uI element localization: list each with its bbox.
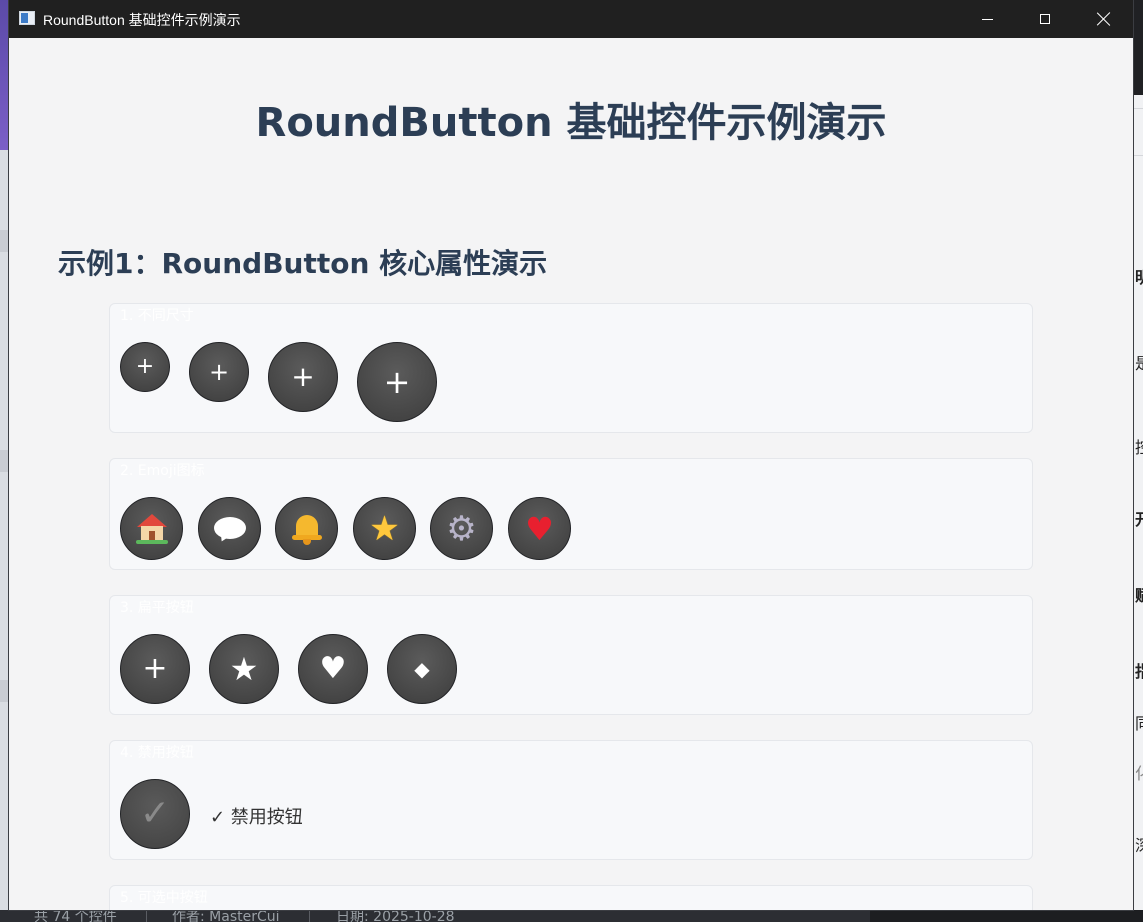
plus-icon: + bbox=[135, 354, 155, 379]
flat-button-star[interactable]: ★ bbox=[209, 634, 279, 704]
background-status-separator bbox=[309, 910, 310, 922]
background-status-count: 共 74 个控件 bbox=[34, 910, 117, 922]
close-button[interactable] bbox=[1075, 0, 1133, 38]
background-text: 是 bbox=[1135, 350, 1143, 374]
bell-icon bbox=[291, 513, 322, 545]
heart-icon: ♥ bbox=[319, 651, 347, 686]
minimize-button[interactable] bbox=[958, 0, 1016, 38]
checkmark-icon: ✓ bbox=[139, 793, 171, 834]
background-text: 开 bbox=[1135, 506, 1143, 530]
group-title-flat: 3. 扁平按钮 bbox=[120, 600, 194, 616]
background-text: 指 bbox=[1135, 658, 1143, 682]
page-title: RoundButton 基础控件示例演示 bbox=[255, 100, 887, 146]
background-divider bbox=[0, 230, 9, 252]
disabled-round-button: ✓ bbox=[120, 779, 190, 849]
close-icon bbox=[1097, 12, 1111, 26]
background-divider bbox=[1133, 108, 1143, 109]
background-window-header bbox=[1133, 0, 1143, 95]
background-text: 控 bbox=[1135, 434, 1143, 458]
group-emoji: 2. Emoji图标 ★ ⚙ ♥ bbox=[109, 458, 1033, 570]
background-text: 赋 bbox=[1135, 582, 1143, 606]
round-button-bell[interactable] bbox=[275, 497, 338, 560]
plus-icon: + bbox=[291, 360, 315, 393]
background-text: 明 bbox=[1135, 264, 1143, 288]
background-window-left bbox=[0, 0, 9, 922]
app-window: RoundButton 基础控件示例演示 RoundButton 基础控件示例演… bbox=[9, 0, 1133, 910]
background-status-bar: 共 74 个控件 作者: MasterCui 日期: 2025-10-28 bbox=[0, 910, 870, 922]
maximize-button[interactable] bbox=[1016, 0, 1074, 38]
speech-bubble-icon bbox=[213, 515, 246, 543]
star-icon: ★ bbox=[229, 650, 259, 688]
group-title-disabled: 4. 禁用按钮 bbox=[120, 745, 194, 761]
background-status-author: 作者: MasterCui bbox=[172, 910, 280, 922]
gear-icon: ⚙ bbox=[446, 508, 477, 549]
background-divider bbox=[0, 680, 9, 702]
round-button-medium[interactable]: + bbox=[189, 342, 249, 402]
group-title-checkable: 5. 可选中按钮 bbox=[120, 890, 208, 906]
background-window-right: 明 是 控 开 赋 指 同 化 深 bbox=[1133, 0, 1143, 922]
round-button-heart[interactable]: ♥ bbox=[508, 497, 571, 560]
plus-icon: + bbox=[383, 363, 411, 401]
star-icon: ★ bbox=[369, 508, 400, 549]
maximize-icon bbox=[1040, 14, 1050, 24]
round-button-small[interactable]: + bbox=[120, 342, 170, 392]
flat-button-heart[interactable]: ♥ bbox=[298, 634, 368, 704]
house-icon bbox=[135, 513, 168, 544]
round-button-xlarge[interactable]: + bbox=[357, 342, 437, 422]
section-heading-example1: 示例1：RoundButton 核心属性演示 bbox=[58, 247, 548, 280]
heart-icon: ♥ bbox=[525, 509, 554, 548]
title-bar[interactable]: RoundButton 基础控件示例演示 bbox=[9, 0, 1133, 38]
desktop-wallpaper bbox=[0, 0, 9, 150]
background-text: 化 bbox=[1135, 760, 1143, 784]
plus-icon: + bbox=[208, 358, 230, 386]
background-divider bbox=[1133, 155, 1143, 156]
main-content[interactable]: RoundButton 基础控件示例演示 示例1：RoundButton 核心属… bbox=[9, 38, 1133, 910]
round-button-large[interactable]: + bbox=[268, 342, 338, 412]
group-disabled: 4. 禁用按钮 ✓ ✓ 禁用按钮 bbox=[109, 740, 1033, 860]
round-button-chat[interactable] bbox=[198, 497, 261, 560]
background-text: 同 bbox=[1135, 710, 1143, 734]
round-button-home[interactable] bbox=[120, 497, 183, 560]
diamond-icon: ◆ bbox=[414, 657, 430, 681]
app-icon bbox=[19, 11, 35, 25]
round-button-star[interactable]: ★ bbox=[353, 497, 416, 560]
round-button-settings[interactable]: ⚙ bbox=[430, 497, 493, 560]
group-title-sizes: 1. 不同尺寸 bbox=[120, 308, 194, 324]
flat-button-diamond[interactable]: ◆ bbox=[387, 634, 457, 704]
minimize-icon bbox=[981, 18, 993, 20]
window-title: RoundButton 基础控件示例演示 bbox=[43, 12, 241, 28]
group-flat: 3. 扁平按钮 + ★ ♥ ◆ bbox=[109, 595, 1033, 715]
flat-button-plus[interactable]: + bbox=[120, 634, 190, 704]
background-divider bbox=[0, 450, 9, 472]
background-status-date: 日期: 2025-10-28 bbox=[336, 910, 455, 922]
group-checkable: 5. 可选中按钮 bbox=[109, 885, 1033, 910]
background-text: 深 bbox=[1135, 832, 1143, 856]
disabled-button-label: ✓ 禁用按钮 bbox=[210, 807, 303, 828]
background-status-separator bbox=[146, 910, 147, 922]
group-title-emoji: 2. Emoji图标 bbox=[120, 463, 205, 479]
plus-icon: + bbox=[142, 651, 168, 686]
group-sizes: 1. 不同尺寸 + + + + bbox=[109, 303, 1033, 433]
background-taskbar bbox=[870, 910, 1143, 922]
